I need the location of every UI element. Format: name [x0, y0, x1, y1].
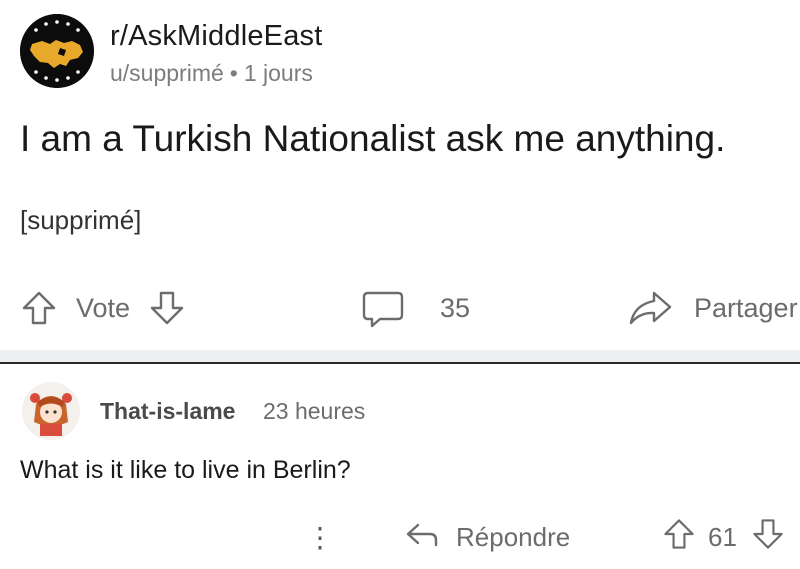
post-body: [supprimé] — [20, 205, 142, 235]
reply-label: Répondre — [456, 521, 571, 552]
vote-label: Vote — [76, 292, 131, 323]
section-divider — [0, 350, 800, 362]
post-author[interactable]: u/supprimé — [110, 60, 224, 86]
comment-count: 35 — [440, 292, 471, 323]
share-arrow-icon — [626, 287, 674, 329]
vote-control: Vote — [18, 280, 188, 336]
share-button[interactable]: Partager — [626, 280, 798, 336]
downvote-arrow-icon[interactable] — [749, 515, 787, 560]
post-actions-bar: Vote 35 Partager — [0, 280, 800, 336]
post-meta: u/supprimé • 1 jours — [110, 60, 313, 87]
comment-author[interactable]: That-is-lame — [100, 398, 235, 425]
comments-button[interactable]: 35 — [360, 280, 470, 336]
comment-vote-control: 61 — [660, 514, 787, 560]
comment-time: 23 heures — [263, 398, 366, 424]
meta-separator: • — [229, 60, 238, 86]
comment-actions-bar: ⋮ Répondre 61 — [0, 514, 800, 560]
reply-button[interactable]: Répondre — [404, 514, 570, 560]
comment-bubble-icon — [360, 287, 406, 329]
more-options-button[interactable]: ⋮ — [306, 514, 334, 560]
post-card: r/AskMiddleEast u/supprimé • 1 jours I am … — [0, 0, 800, 350]
downvote-arrow-icon[interactable] — [146, 287, 188, 329]
post-title[interactable]: I am a Turkish Nationalist ask me anythi… — [20, 118, 725, 160]
upvote-arrow-icon[interactable] — [18, 287, 60, 329]
subreddit-avatar-icon[interactable] — [20, 14, 94, 88]
reply-arrow-icon — [404, 517, 440, 558]
comment: That-is-lame 23 heures What is it like t… — [0, 364, 800, 569]
subreddit-name[interactable]: r/AskMiddleEast — [110, 20, 323, 53]
share-label: Partager — [694, 292, 798, 323]
user-avatar-icon[interactable] — [22, 382, 80, 440]
comment-text: What is it like to live in Berlin? — [20, 456, 351, 484]
upvote-arrow-icon[interactable] — [660, 515, 698, 560]
post-time: 1 jours — [243, 60, 313, 86]
comment-score: 61 — [708, 521, 737, 552]
